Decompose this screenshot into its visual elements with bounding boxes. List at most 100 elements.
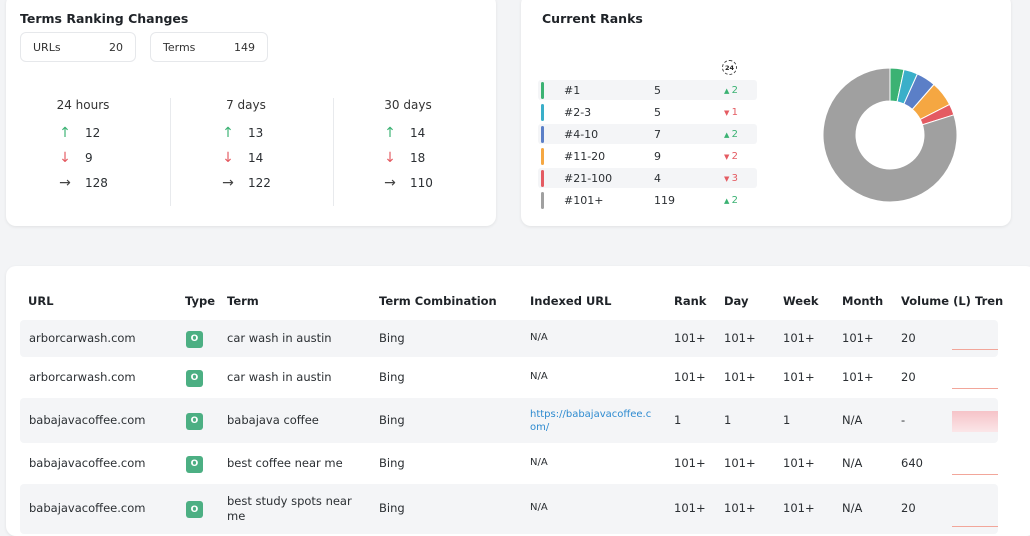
cell-rank: 101+	[674, 330, 706, 345]
rank-delta: ▲ 2	[724, 195, 738, 206]
up-count: 14	[410, 125, 426, 140]
cell-volume: 20	[901, 330, 916, 345]
rank-row[interactable]: #1 5 ▲ 2	[538, 80, 757, 100]
rank-count: 9	[654, 149, 661, 163]
period-30d: 30 days ↑ 14 ↓ 18 → 110	[328, 98, 488, 195]
rank-delta: ▲ 2	[724, 129, 738, 140]
rank-color-bar	[541, 169, 544, 187]
down-count: 9	[85, 150, 93, 165]
rank-color-bar	[541, 191, 544, 209]
cell-week: 101+	[783, 455, 815, 470]
cell-volume: 640	[901, 455, 923, 470]
up-count: 12	[85, 125, 101, 140]
type-badge: O	[186, 455, 203, 473]
cell-week: 1	[783, 412, 791, 427]
rank-count: 7	[654, 127, 661, 141]
rank-label: #11-20	[564, 149, 606, 163]
cell-week: 101+	[783, 501, 815, 515]
rank-label: #1	[564, 83, 581, 97]
cell-url: arborcarwash.com	[29, 369, 136, 384]
rank-delta-value: 3	[731, 172, 738, 184]
arrow-right-icon: →	[384, 174, 396, 191]
terms-stat[interactable]: Terms 149	[150, 32, 268, 62]
triangle-down-icon: ▼	[724, 152, 732, 161]
cell-indexed-url: N/A	[530, 331, 548, 343]
cell-combo: Bing	[379, 501, 405, 515]
cell-day: 101+	[724, 330, 756, 345]
cell-url: babajavacoffee.com	[29, 455, 146, 470]
arrow-right-icon: →	[59, 174, 71, 191]
rank-color-bar	[541, 103, 544, 121]
cell-day: 1	[724, 412, 732, 427]
header-week[interactable]: Week	[783, 294, 819, 308]
ranks-donut-chart[interactable]	[820, 65, 960, 205]
terms-ranking-title: Terms Ranking Changes	[20, 11, 189, 26]
up-count: 13	[248, 125, 264, 140]
cell-volume: 20	[901, 369, 916, 384]
cell-indexed-url: N/A	[530, 456, 548, 468]
urls-stat[interactable]: URLs 20	[20, 32, 136, 62]
cell-week: 101+	[783, 330, 815, 345]
cell-rank: 101+	[674, 369, 706, 384]
rank-delta: ▼ 3	[724, 173, 738, 184]
cell-combo: Bing	[379, 455, 405, 470]
indexed-url-link[interactable]: https://babajavacoffee.com/	[530, 408, 652, 434]
cell-month: N/A	[842, 501, 863, 515]
cell-term: babajava coffee	[227, 412, 319, 427]
rank-count: 4	[654, 171, 661, 185]
down-count: 18	[410, 150, 426, 165]
cell-month: N/A	[842, 412, 863, 427]
header-type[interactable]: Type	[185, 294, 215, 308]
header-url[interactable]: URL	[28, 294, 54, 308]
header-term[interactable]: Term	[227, 294, 259, 308]
rank-row[interactable]: #11-20 9 ▼ 2	[538, 146, 757, 166]
rank-delta: ▼ 1	[724, 107, 738, 118]
flat-count: 122	[248, 175, 271, 190]
arrow-down-icon: ↓	[222, 149, 234, 166]
rank-label: #21-100	[564, 171, 613, 185]
header-day[interactable]: Day	[724, 294, 748, 308]
cell-day: 101+	[724, 369, 756, 384]
header-rank[interactable]: Rank	[674, 294, 706, 308]
down-count: 14	[248, 150, 264, 165]
cell-volume: 20	[901, 501, 916, 515]
history-24h-icon[interactable]: 24	[722, 60, 737, 75]
header-month[interactable]: Month	[842, 294, 883, 308]
cell-rank: 101+	[674, 455, 706, 470]
header-volume[interactable]: Volume (L)	[901, 294, 971, 308]
type-badge: O	[186, 330, 203, 348]
rank-delta: ▼ 2	[724, 151, 738, 162]
period-label: 30 days	[384, 98, 432, 112]
period-label: 24 hours	[56, 98, 110, 112]
rank-label: #4-10	[564, 127, 599, 141]
rank-row[interactable]: #101+ 119 ▲ 2	[538, 190, 757, 210]
trend-sparkline	[952, 349, 998, 350]
cell-rank: 101+	[674, 501, 706, 515]
cell-volume: -	[901, 412, 906, 427]
header-term-combination[interactable]: Term Combination	[379, 294, 497, 308]
period-label: 7 days	[226, 98, 266, 112]
triangle-down-icon: ▼	[724, 108, 732, 117]
urls-label: URLs	[33, 40, 61, 54]
cell-month: 101+	[842, 330, 874, 345]
flat-count: 110	[410, 175, 433, 190]
period-7d: 7 days ↑ 13 ↓ 14 → 122	[166, 98, 326, 195]
rank-count: 5	[654, 105, 661, 119]
cell-day: 101+	[724, 501, 756, 515]
arrow-up-icon: ↑	[384, 124, 396, 141]
cell-term: car wash in austin	[227, 369, 332, 384]
rank-color-bar	[541, 125, 544, 143]
rank-label: #2-3	[564, 105, 592, 119]
history-24h-icon-label: 24	[724, 63, 735, 72]
type-badge: O	[186, 501, 203, 518]
rank-row[interactable]: #2-3 5 ▼ 1	[538, 102, 757, 122]
rank-row[interactable]: #4-10 7 ▲ 2	[538, 124, 757, 144]
rank-count: 119	[654, 193, 675, 207]
rank-row[interactable]: #21-100 4 ▼ 3	[538, 168, 757, 188]
rank-delta-value: 1	[731, 106, 738, 118]
trend-sparkline	[952, 526, 998, 527]
header-indexed-url[interactable]: Indexed URL	[530, 294, 611, 308]
triangle-down-icon: ▼	[724, 174, 732, 183]
terms-ranking-card: Terms Ranking Changes URLs 20 Terms 149 …	[6, 0, 496, 226]
header-trend[interactable]: Tren	[975, 294, 1003, 308]
